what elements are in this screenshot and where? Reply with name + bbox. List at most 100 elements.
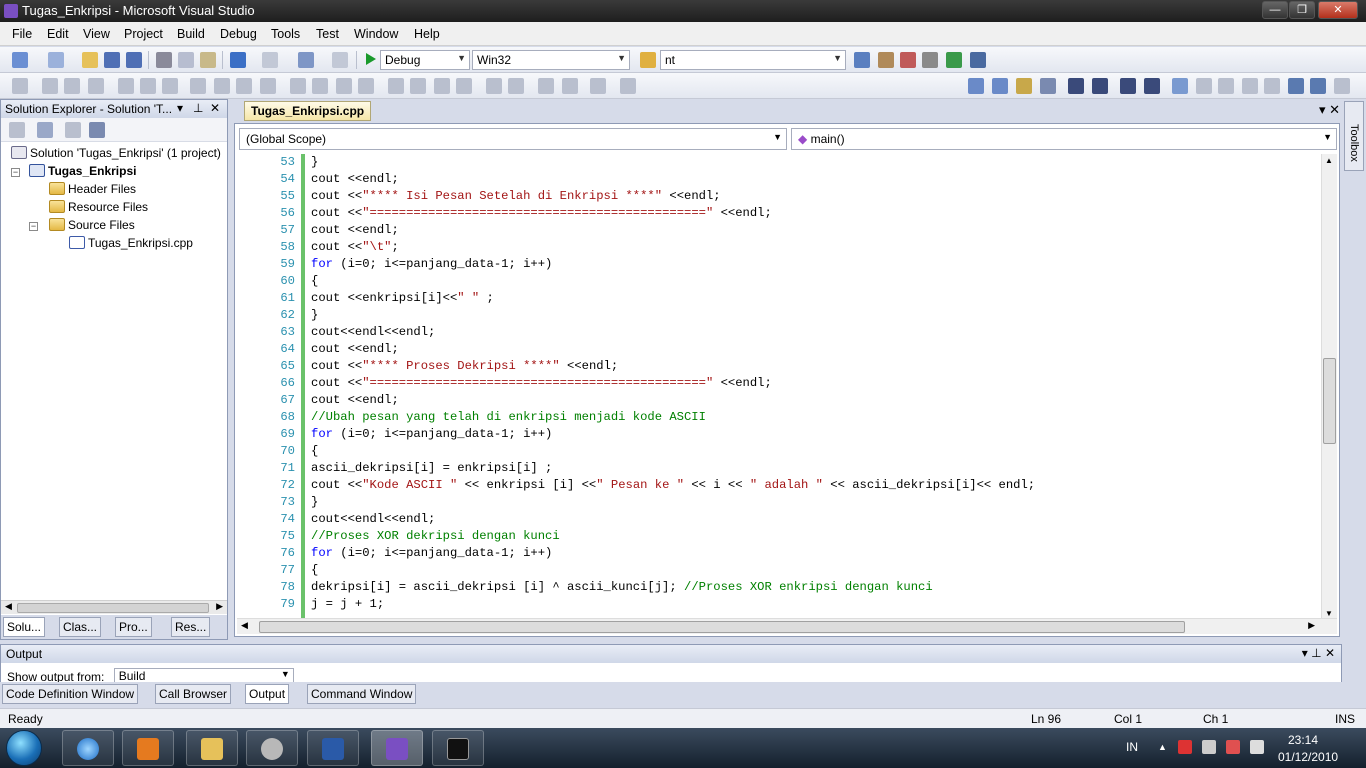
taskbar-command-prompt[interactable] bbox=[432, 730, 484, 766]
power-icon[interactable] bbox=[1202, 740, 1216, 754]
menu-file[interactable]: File bbox=[12, 27, 32, 41]
panel-dropdown-button[interactable]: ▾ bbox=[177, 101, 183, 115]
tab-order-icon[interactable] bbox=[590, 78, 606, 94]
solution-platform-select[interactable]: Win32 ▼ bbox=[472, 50, 630, 70]
tab-output[interactable]: Output bbox=[245, 684, 290, 704]
center-horizontally-icon[interactable] bbox=[486, 78, 502, 94]
tree-resource-files[interactable]: Resource Files bbox=[49, 199, 148, 215]
menu-project[interactable]: Project bbox=[124, 27, 163, 41]
increase-horizontal-spacing-icon[interactable] bbox=[312, 78, 328, 94]
scope-select[interactable]: (Global Scope) ▼ bbox=[239, 128, 787, 150]
bring-to-front-icon[interactable] bbox=[538, 78, 554, 94]
toolbox-tab[interactable]: Toolbox bbox=[1344, 101, 1364, 171]
clock-date[interactable]: 01/12/2010 bbox=[1278, 750, 1338, 764]
scroll-up-icon[interactable]: ▲ bbox=[1325, 156, 1333, 165]
scrollbar-thumb[interactable] bbox=[1323, 358, 1336, 444]
find-combo[interactable]: nt ▼ bbox=[660, 50, 846, 70]
cut-icon[interactable] bbox=[156, 52, 172, 68]
start-page-icon[interactable] bbox=[946, 52, 962, 68]
copy-icon[interactable] bbox=[178, 52, 194, 68]
editor-horizontal-scrollbar[interactable]: ◀ ▶ bbox=[237, 618, 1337, 634]
redo-icon[interactable] bbox=[262, 52, 278, 68]
save-icon[interactable] bbox=[104, 52, 120, 68]
previous-bookmark-icon[interactable] bbox=[1196, 78, 1212, 94]
align-centers-icon[interactable] bbox=[64, 78, 80, 94]
lock-controls-icon[interactable] bbox=[620, 78, 636, 94]
tree-source-files[interactable]: Source Files bbox=[49, 217, 135, 233]
show-hidden-icons-button[interactable]: ▲ bbox=[1158, 742, 1167, 752]
document-window-buttons[interactable]: ▾ ✕ bbox=[1319, 102, 1340, 118]
remove-horizontal-spacing-icon[interactable] bbox=[358, 78, 374, 94]
vertical-spacing-icon[interactable] bbox=[388, 78, 404, 94]
input-language[interactable]: IN bbox=[1126, 740, 1138, 754]
size-to-grid-icon[interactable] bbox=[260, 78, 276, 94]
undo-icon[interactable] bbox=[230, 52, 246, 68]
toolbox-icon[interactable] bbox=[922, 52, 938, 68]
class-view-icon[interactable] bbox=[968, 78, 984, 94]
solution-configuration-select[interactable]: Debug ▼ bbox=[380, 50, 470, 70]
tree-project[interactable]: Tugas_Enkripsi bbox=[29, 163, 136, 179]
member-select[interactable]: ◆ main() ▼ bbox=[791, 128, 1337, 150]
taskbar-explorer[interactable] bbox=[186, 730, 238, 766]
new-project-icon[interactable] bbox=[12, 52, 28, 68]
refresh-icon[interactable] bbox=[65, 122, 81, 138]
tab-class-view[interactable]: Clas... bbox=[59, 617, 102, 637]
close-button[interactable]: ✕ bbox=[1318, 1, 1358, 19]
align-middles-icon[interactable] bbox=[140, 78, 156, 94]
navigate-forward-icon[interactable] bbox=[332, 52, 348, 68]
align-to-grid-icon[interactable] bbox=[12, 78, 28, 94]
next-bookmark-document-icon[interactable] bbox=[1310, 78, 1326, 94]
tab-resource-view[interactable]: Res... bbox=[171, 617, 211, 637]
horizontal-spacing-icon[interactable] bbox=[290, 78, 306, 94]
align-rights-icon[interactable] bbox=[88, 78, 104, 94]
center-vertically-icon[interactable] bbox=[508, 78, 524, 94]
properties-icon[interactable] bbox=[9, 122, 25, 138]
send-to-back-icon[interactable] bbox=[562, 78, 578, 94]
decrease-horizontal-spacing-icon[interactable] bbox=[336, 78, 352, 94]
network-icon[interactable] bbox=[1226, 740, 1240, 754]
previous-bookmark-folder-icon[interactable] bbox=[1242, 78, 1258, 94]
editor-vertical-scrollbar[interactable]: ▲ ▼ bbox=[1321, 154, 1337, 620]
increase-vertical-spacing-icon[interactable] bbox=[410, 78, 426, 94]
collapse-source-files-toggle[interactable]: − bbox=[29, 222, 38, 231]
tab-property-manager[interactable]: Pro... bbox=[115, 617, 152, 637]
previous-bookmark-document-icon[interactable] bbox=[1288, 78, 1304, 94]
tree-solution[interactable]: Solution 'Tugas_Enkripsi' (1 project) bbox=[11, 145, 221, 161]
menu-test[interactable]: Test bbox=[316, 27, 339, 41]
panel-close-button[interactable]: ✕ bbox=[210, 101, 220, 115]
toggle-bookmark-icon[interactable] bbox=[1172, 78, 1188, 94]
make-same-width-icon[interactable] bbox=[190, 78, 206, 94]
show-all-files-icon[interactable] bbox=[37, 122, 53, 138]
make-same-size-icon[interactable] bbox=[236, 78, 252, 94]
maximize-button[interactable]: ❐ bbox=[1289, 1, 1315, 19]
scroll-left-icon[interactable]: ◀ bbox=[5, 601, 12, 612]
scroll-right-icon[interactable]: ▶ bbox=[1308, 620, 1315, 631]
align-lefts-icon[interactable] bbox=[42, 78, 58, 94]
document-tab[interactable]: Tugas_Enkripsi.cpp bbox=[244, 101, 372, 121]
paste-icon[interactable] bbox=[200, 52, 216, 68]
tree-cpp-file[interactable]: Tugas_Enkripsi.cpp bbox=[69, 235, 193, 251]
quick-info-icon[interactable] bbox=[1040, 78, 1056, 94]
class-diagram-icon[interactable] bbox=[89, 122, 105, 138]
menu-window[interactable]: Window bbox=[354, 27, 398, 41]
menu-tools[interactable]: Tools bbox=[271, 27, 300, 41]
scrollbar-thumb[interactable] bbox=[17, 603, 209, 613]
decrease-vertical-spacing-icon[interactable] bbox=[434, 78, 450, 94]
object-browser-icon[interactable] bbox=[900, 52, 916, 68]
pin-button[interactable]: ⊥ bbox=[193, 101, 203, 115]
menu-view[interactable]: View bbox=[83, 27, 110, 41]
align-bottoms-icon[interactable] bbox=[162, 78, 178, 94]
add-item-icon[interactable] bbox=[48, 52, 64, 68]
open-file-icon[interactable] bbox=[82, 52, 98, 68]
scrollbar-thumb[interactable] bbox=[259, 621, 1185, 633]
volume-icon[interactable] bbox=[1250, 740, 1264, 754]
taskbar-internet-explorer[interactable] bbox=[62, 730, 114, 766]
output-header-buttons[interactable]: ▾ ⊥ ✕ bbox=[1302, 646, 1335, 660]
start-button[interactable] bbox=[6, 730, 42, 766]
make-same-height-icon[interactable] bbox=[214, 78, 230, 94]
next-bookmark-folder-icon[interactable] bbox=[1264, 78, 1280, 94]
tab-command-window[interactable]: Command Window bbox=[307, 684, 417, 704]
start-debugging-icon[interactable] bbox=[366, 53, 376, 65]
taskbar-settings[interactable] bbox=[246, 730, 298, 766]
taskbar-word[interactable] bbox=[307, 730, 359, 766]
